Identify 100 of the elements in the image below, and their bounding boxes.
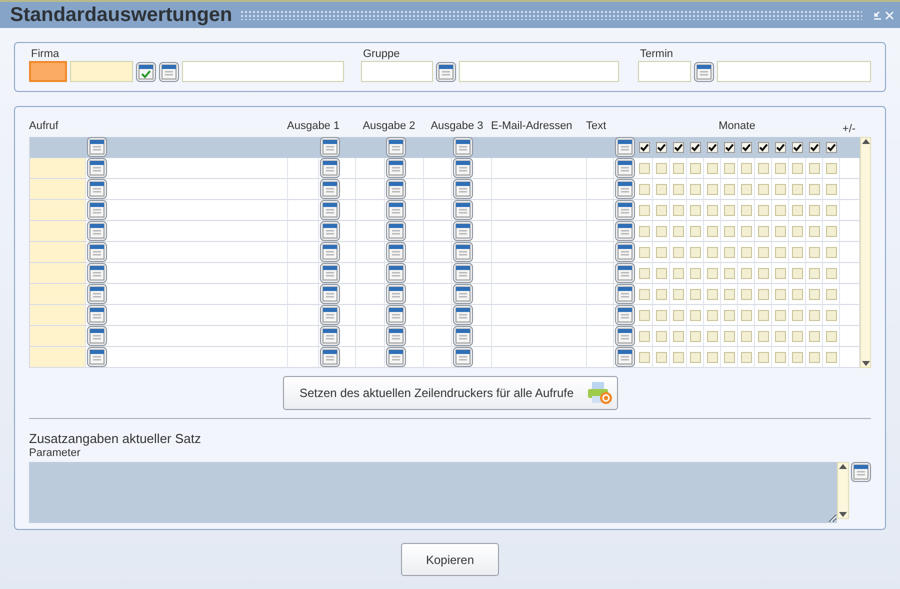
printer-button[interactable]: Setzen des aktuellen Zeilendruckers für alle Aufrufe [282,376,618,410]
scroll-up-icon[interactable] [839,463,848,469]
checkbox[interactable] [740,142,752,152]
lookup-button[interactable] [320,347,340,367]
lookup-button[interactable] [87,284,107,304]
copy-button[interactable]: Kopieren [401,543,499,576]
lookup-button[interactable] [615,221,635,241]
field-label: Termin [639,47,674,61]
checkbox[interactable] [656,142,666,152]
lookup-button[interactable] [320,137,340,157]
parameter-field[interactable] [29,462,838,523]
lookup-button[interactable] [320,158,340,178]
lookup-button[interactable] [453,305,473,325]
lookup-button[interactable] [87,242,107,262]
checkbox[interactable] [706,142,718,152]
scroll-up-icon[interactable] [862,138,870,144]
lookup-button[interactable] [320,263,340,283]
column-header: Aufruf [29,120,60,132]
checkbox[interactable] [758,142,768,152]
input-field[interactable] [29,61,67,82]
lookup-button[interactable] [453,137,473,157]
lookup-button[interactable] [386,242,406,262]
lookup-button[interactable] [453,326,473,346]
checkbox[interactable] [724,142,734,152]
lookup-button[interactable] [386,347,406,367]
lookup-button[interactable] [453,179,473,199]
checkbox[interactable] [826,142,836,152]
scrollbar[interactable] [860,137,871,368]
input-field[interactable] [361,61,433,82]
lookup-button[interactable] [615,284,635,304]
lookup-button[interactable] [87,179,107,199]
checkbox[interactable] [638,142,650,152]
lookup-button[interactable] [87,326,107,346]
input-field[interactable] [182,61,344,82]
lookup-button[interactable] [453,242,473,262]
lookup-button[interactable] [386,326,406,346]
column-header: Ausgabe 3 [430,120,484,132]
lookup-button[interactable] [87,347,107,367]
scrollbar[interactable] [837,462,850,519]
column-header: +/- [842,123,856,135]
lookup-button[interactable] [320,200,340,220]
lookup-button[interactable] [320,221,340,241]
lookup-button[interactable] [453,284,473,304]
window-title: Standardauswertungen [10,4,232,26]
lookup-button[interactable] [386,284,406,304]
lookup-button[interactable] [386,263,406,283]
lookup-button[interactable] [320,326,340,346]
check-button[interactable] [136,62,156,82]
lookup-button[interactable] [615,137,635,157]
lookup-button[interactable] [386,179,406,199]
lookup-button[interactable] [87,200,107,220]
checkbox[interactable] [690,142,700,152]
field-label: Firma [30,47,60,61]
lookup-button[interactable] [453,221,473,241]
scroll-down-icon[interactable] [839,512,848,518]
input-field[interactable] [459,61,619,82]
input-field[interactable] [70,61,133,82]
lookup-button[interactable] [615,158,635,178]
lookup-button[interactable] [453,200,473,220]
column-header: E-Mail-Adressen [491,120,572,132]
lookup-button[interactable] [851,462,871,482]
lookup-button[interactable] [615,242,635,262]
lookup-button[interactable] [615,305,635,325]
checkbox[interactable] [774,142,786,152]
input-field[interactable] [638,61,691,82]
lookup-button[interactable] [320,284,340,304]
lookup-button[interactable] [453,263,473,283]
minimize-icon[interactable] [873,10,882,20]
lookup-button[interactable] [694,62,714,82]
checkbox[interactable] [808,142,820,152]
lookup-button[interactable] [87,221,107,241]
lookup-button[interactable] [87,158,107,178]
field-label: Gruppe [362,47,401,61]
input-field[interactable] [717,61,871,82]
checkbox[interactable] [672,142,684,152]
lookup-button[interactable] [386,221,406,241]
lookup-button[interactable] [436,62,456,82]
section-title: Zusatzangaben aktueller Satz [29,431,202,446]
field-label: Parameter [29,447,82,459]
lookup-button[interactable] [320,242,340,262]
lookup-button[interactable] [87,263,107,283]
close-icon[interactable] [885,10,894,20]
lookup-button[interactable] [615,263,635,283]
lookup-button[interactable] [159,62,179,82]
lookup-button[interactable] [320,179,340,199]
lookup-button[interactable] [87,305,107,325]
lookup-button[interactable] [386,200,406,220]
checkbox[interactable] [792,142,802,152]
lookup-button[interactable] [87,137,107,157]
lookup-button[interactable] [615,179,635,199]
lookup-button[interactable] [615,200,635,220]
lookup-button[interactable] [386,158,406,178]
lookup-button[interactable] [615,326,635,346]
lookup-button[interactable] [453,347,473,367]
scroll-down-icon[interactable] [862,361,870,367]
lookup-button[interactable] [386,137,406,157]
lookup-button[interactable] [320,305,340,325]
lookup-button[interactable] [453,158,473,178]
lookup-button[interactable] [615,347,635,367]
lookup-button[interactable] [386,305,406,325]
